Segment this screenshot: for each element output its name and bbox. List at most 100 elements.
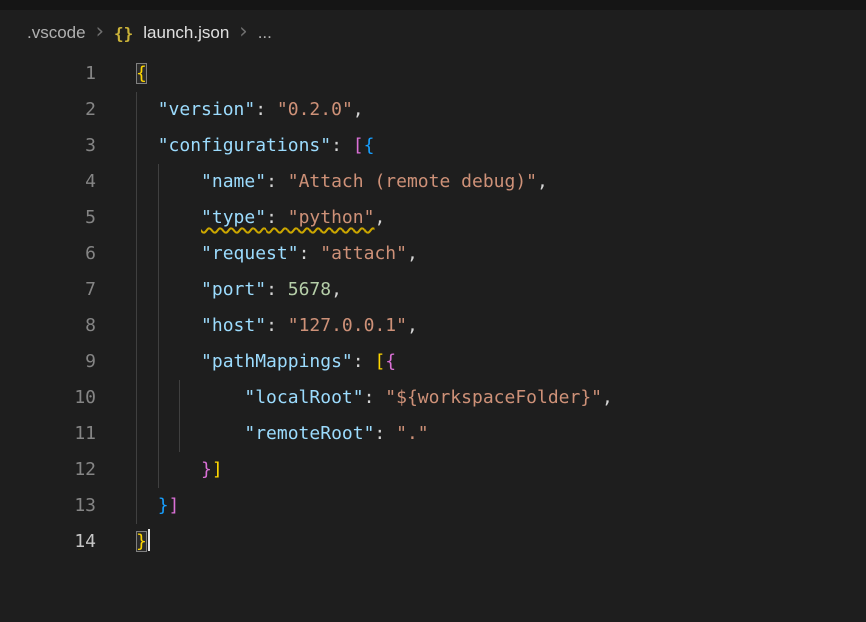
line-number[interactable]: 8 [0,308,96,344]
warning-squiggle: "type": "python" [201,207,374,228]
code-token-pun: : [266,279,288,300]
line-number[interactable]: 1 [0,56,96,92]
code-token-key: "pathMappings" [201,351,353,372]
code-token-pun: : [374,423,396,444]
line-number[interactable]: 6 [0,236,96,272]
indent-guide [136,200,137,236]
chevron-right-icon: › [96,21,104,42]
code-token-str: "Attach (remote debug)" [288,171,537,192]
indent-guide [136,92,137,128]
indent-guide [136,380,137,416]
code-line[interactable]: 9 "pathMappings": [{ [0,344,866,380]
line-number[interactable]: 4 [0,164,96,200]
indent-whitespace [136,279,201,300]
code-line[interactable]: 5 "type": "python", [0,200,866,236]
code-token-pun: : [266,315,288,336]
json-file-icon: {} [114,24,133,43]
line-content: "configurations": [{ [96,128,374,164]
code-token-b1: [ [374,351,385,372]
indent-guide [136,164,137,200]
chevron-right-icon: › [239,21,247,42]
code-token-str: "attach" [320,243,407,264]
indent-whitespace [136,387,244,408]
indent-whitespace [136,459,201,480]
indent-guide [136,416,137,452]
code-token-key: "type" [201,207,266,228]
code-token-key: "version" [158,99,256,120]
code-token-b3: } [158,495,169,516]
code-token-key: "name" [201,171,266,192]
indent-guide [158,452,159,488]
vscode-editor-window: .vscode › {} launch.json › ... 1{2 "vers… [0,0,866,622]
line-number[interactable]: 12 [0,452,96,488]
code-line[interactable]: 12 }] [0,452,866,488]
code-token-pun: , [353,99,364,120]
indent-guide [179,416,180,452]
code-line[interactable]: 14} [0,524,866,560]
code-token-pun: : [266,171,288,192]
code-token-pun: , [407,243,418,264]
code-token-str: "python" [288,207,375,228]
line-number[interactable]: 5 [0,200,96,236]
tab-bar-strip [0,0,866,10]
code-token-key: "port" [201,279,266,300]
code-token-num: 5678 [288,279,331,300]
line-number[interactable]: 7 [0,272,96,308]
breadcrumb-file[interactable]: launch.json [143,23,229,43]
code-token-key: "request" [201,243,299,264]
code-line[interactable]: 11 "remoteRoot": "." [0,416,866,452]
line-number[interactable]: 9 [0,344,96,380]
code-line[interactable]: 3 "configurations": [{ [0,128,866,164]
line-content: "localRoot": "${workspaceFolder}", [96,380,613,416]
indent-whitespace [136,171,201,192]
indent-guide [136,452,137,488]
breadcrumb-folder[interactable]: .vscode [27,23,86,43]
indent-guide [158,344,159,380]
code-token-pun: , [407,315,418,336]
line-content: "type": "python", [96,200,385,236]
indent-whitespace [136,99,158,120]
code-line[interactable]: 6 "request": "attach", [0,236,866,272]
line-number[interactable]: 13 [0,488,96,524]
code-token-b1: } [136,531,147,552]
code-token-b3: { [364,135,375,156]
line-content: "port": 5678, [96,272,342,308]
editor-code-area[interactable]: 1{2 "version": "0.2.0",3 "configurations… [0,56,866,622]
indent-guide [136,236,137,272]
code-line[interactable]: 4 "name": "Attach (remote debug)", [0,164,866,200]
code-line[interactable]: 1{ [0,56,866,92]
code-line[interactable]: 8 "host": "127.0.0.1", [0,308,866,344]
line-number[interactable]: 11 [0,416,96,452]
indent-whitespace [136,207,201,228]
code-token-pun: : [255,99,277,120]
code-line[interactable]: 10 "localRoot": "${workspaceFolder}", [0,380,866,416]
line-content: "name": "Attach (remote debug)", [96,164,548,200]
line-content: "remoteRoot": "." [96,416,429,452]
line-content: { [96,56,147,92]
line-content: }] [96,452,223,488]
code-token-b1: ] [212,459,223,480]
code-line[interactable]: 2 "version": "0.2.0", [0,92,866,128]
code-token-pun: : [353,351,375,372]
breadcrumb: .vscode › {} launch.json › ... [0,10,866,56]
indent-guide [136,308,137,344]
line-content: } [96,524,150,560]
indent-whitespace [136,423,244,444]
line-number[interactable]: 2 [0,92,96,128]
code-token-b2: ] [169,495,180,516]
code-token-b2: [ [353,135,364,156]
code-token-str: "." [396,423,429,444]
line-number[interactable]: 10 [0,380,96,416]
indent-whitespace [136,243,201,264]
code-token-pun: , [331,279,342,300]
line-number[interactable]: 3 [0,128,96,164]
code-line[interactable]: 13 }] [0,488,866,524]
line-number[interactable]: 14 [0,524,96,560]
code-line[interactable]: 7 "port": 5678, [0,272,866,308]
breadcrumb-symbol-ellipsis[interactable]: ... [258,23,272,43]
indent-guide [136,344,137,380]
indent-guide [158,236,159,272]
code-token-pun: , [374,207,385,228]
line-content: "version": "0.2.0", [96,92,364,128]
code-token-pun: , [602,387,613,408]
